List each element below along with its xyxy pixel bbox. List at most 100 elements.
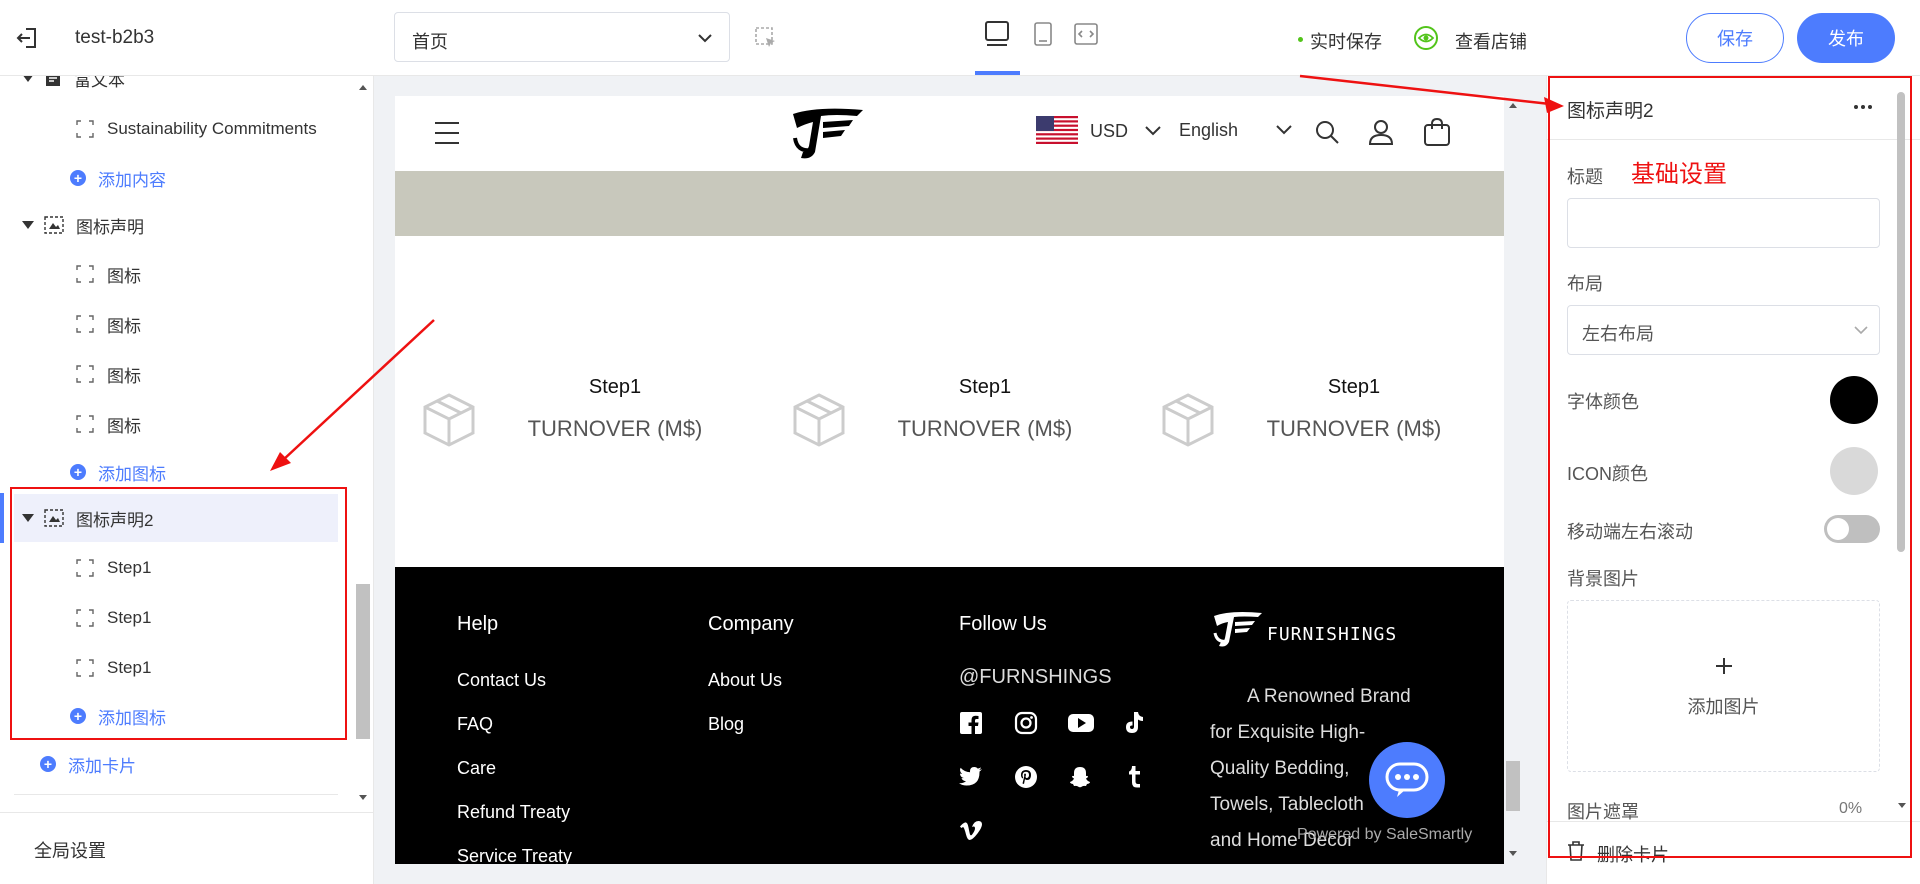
- facebook-icon[interactable]: [959, 711, 983, 735]
- autosave-label: 实时保存: [1310, 32, 1382, 52]
- publish-button[interactable]: 发布: [1797, 13, 1895, 63]
- tree-item-label: 图标: [107, 416, 141, 436]
- caret-down-icon: [22, 221, 34, 229]
- footer-link[interactable]: About Us: [708, 670, 782, 691]
- active-device-indicator: [975, 71, 1020, 75]
- currency-label[interactable]: USD: [1090, 121, 1128, 142]
- pinterest-icon[interactable]: [1014, 765, 1038, 789]
- footer-heading-help: Help: [457, 613, 499, 635]
- brand-logo-icon: [1210, 609, 1264, 649]
- tree-item-label: 图标: [107, 316, 141, 336]
- section-tree-panel: 富文本 Sustainability Commitments + 添加内容 图标…: [0, 76, 374, 884]
- cart-icon[interactable]: [1422, 117, 1452, 147]
- tree-item-icon[interactable]: 图标: [76, 356, 141, 392]
- tablet-view-icon[interactable]: [1026, 18, 1060, 52]
- eye-icon[interactable]: [1413, 25, 1439, 51]
- us-flag-icon: [1036, 116, 1078, 144]
- store-header: USD English: [395, 96, 1504, 171]
- feature-subtitle: TURNOVER (M$): [527, 416, 703, 441]
- language-label[interactable]: English: [1179, 120, 1238, 141]
- footer-link[interactable]: Contact Us: [457, 670, 546, 691]
- fullscreen-view-icon[interactable]: [1069, 18, 1103, 52]
- brand-logo-icon[interactable]: [787, 104, 867, 162]
- search-icon[interactable]: [1313, 118, 1341, 146]
- tree-item-label: Sustainability Commitments: [107, 119, 317, 138]
- footer-link[interactable]: FAQ: [457, 714, 493, 735]
- tree-item-rich-text[interactable]: 富文本: [22, 76, 125, 96]
- add-card-label: 添加卡片: [68, 756, 136, 776]
- annotation-box: [10, 487, 347, 740]
- box-icon: [1160, 391, 1216, 447]
- box-icon: [421, 391, 477, 447]
- document-icon: [44, 76, 62, 87]
- tiktok-icon[interactable]: [1123, 711, 1145, 735]
- add-icon-button[interactable]: + 添加图标: [70, 454, 166, 490]
- feature-title: Step1: [1327, 376, 1381, 398]
- image-block-icon: [44, 216, 64, 234]
- view-store-link[interactable]: 查看店铺: [1455, 28, 1527, 54]
- store-preview: USD English Step1 TURNOVER (M$) Step1 TU…: [395, 96, 1504, 864]
- chat-button[interactable]: [1369, 742, 1445, 818]
- global-settings-button[interactable]: 全局设置: [0, 812, 373, 884]
- plus-circle-icon: +: [40, 756, 56, 772]
- desktop-view-icon[interactable]: [980, 18, 1014, 52]
- vimeo-icon[interactable]: [959, 820, 983, 842]
- store-name: test-b2b3: [75, 27, 155, 48]
- status-dot: [1298, 37, 1303, 42]
- top-toolbar: test-b2b3 首页 实时保存 查看店铺 保存 发布: [0, 0, 1920, 76]
- tree-item-icon[interactable]: 图标: [76, 256, 141, 292]
- settings-panel: 图标声明2 基础设置 标题 布局 左右布局 字体颜色 ICON颜色 移动端左右滚…: [1546, 76, 1920, 884]
- chevron-down-icon[interactable]: [1275, 123, 1293, 137]
- tree-item-label: 图标: [107, 266, 141, 286]
- box-icon: [791, 391, 847, 447]
- tree-item-label: 富文本: [74, 76, 125, 90]
- footer-link[interactable]: Refund Treaty: [457, 802, 570, 823]
- tree-item-icon-statement[interactable]: 图标声明: [22, 207, 144, 243]
- footer-link[interactable]: Service Treaty: [457, 846, 572, 864]
- icon-feature: Step1 TURNOVER (M$): [1134, 376, 1504, 476]
- youtube-icon[interactable]: [1068, 713, 1094, 733]
- brand-name: FURNISHINGS: [1267, 624, 1398, 645]
- block-icon: [76, 265, 94, 283]
- add-icon-label: 添加图标: [98, 464, 166, 484]
- footer-link[interactable]: Blog: [708, 714, 744, 735]
- save-button[interactable]: 保存: [1686, 13, 1784, 63]
- social-handle: @FURNSHINGS: [959, 666, 1112, 688]
- tree-item-icon[interactable]: 图标: [76, 406, 141, 442]
- snapchat-icon[interactable]: [1068, 765, 1092, 789]
- banner-strip: [395, 171, 1504, 236]
- icon-feature: Step1 TURNOVER (M$): [395, 376, 765, 476]
- chat-bubble-icon: [1385, 762, 1429, 797]
- tumblr-icon[interactable]: [1126, 765, 1144, 789]
- block-icon: [76, 365, 94, 383]
- add-content-button[interactable]: + 添加内容: [70, 160, 166, 196]
- block-icon: [76, 415, 94, 433]
- block-icon: [76, 120, 94, 138]
- scrollbar[interactable]: [1506, 96, 1520, 864]
- chevron-down-icon[interactable]: [1144, 124, 1162, 138]
- block-icon: [76, 315, 94, 333]
- plus-circle-icon: +: [70, 170, 86, 186]
- add-card-button[interactable]: + 添加卡片: [40, 746, 136, 782]
- twitter-icon[interactable]: [959, 766, 983, 788]
- annotation-box: [1548, 76, 1912, 858]
- footer-link[interactable]: Care: [457, 758, 496, 779]
- user-icon[interactable]: [1367, 118, 1395, 146]
- tree-item-sustainability[interactable]: Sustainability Commitments: [76, 111, 317, 147]
- store-footer: Help Contact Us FAQ Care Refund Treaty S…: [395, 567, 1504, 864]
- tree-item-icon[interactable]: 图标: [76, 306, 141, 342]
- scrollbar[interactable]: [356, 76, 370, 804]
- icon-feature: Step1 TURNOVER (M$): [765, 376, 1135, 476]
- page-select[interactable]: 首页: [394, 12, 730, 62]
- exit-icon[interactable]: [14, 24, 42, 52]
- add-content-label: 添加内容: [98, 170, 166, 190]
- menu-icon[interactable]: [433, 120, 461, 146]
- tree-item-label: 图标声明: [76, 217, 144, 237]
- element-select-icon[interactable]: [754, 26, 778, 50]
- chevron-down-icon: [697, 30, 713, 46]
- footer-heading-company: Company: [708, 613, 794, 635]
- divider: [14, 794, 338, 795]
- footer-heading-follow: Follow Us: [959, 613, 1047, 635]
- instagram-icon[interactable]: [1014, 711, 1038, 735]
- feature-title: Step1: [958, 376, 1012, 398]
